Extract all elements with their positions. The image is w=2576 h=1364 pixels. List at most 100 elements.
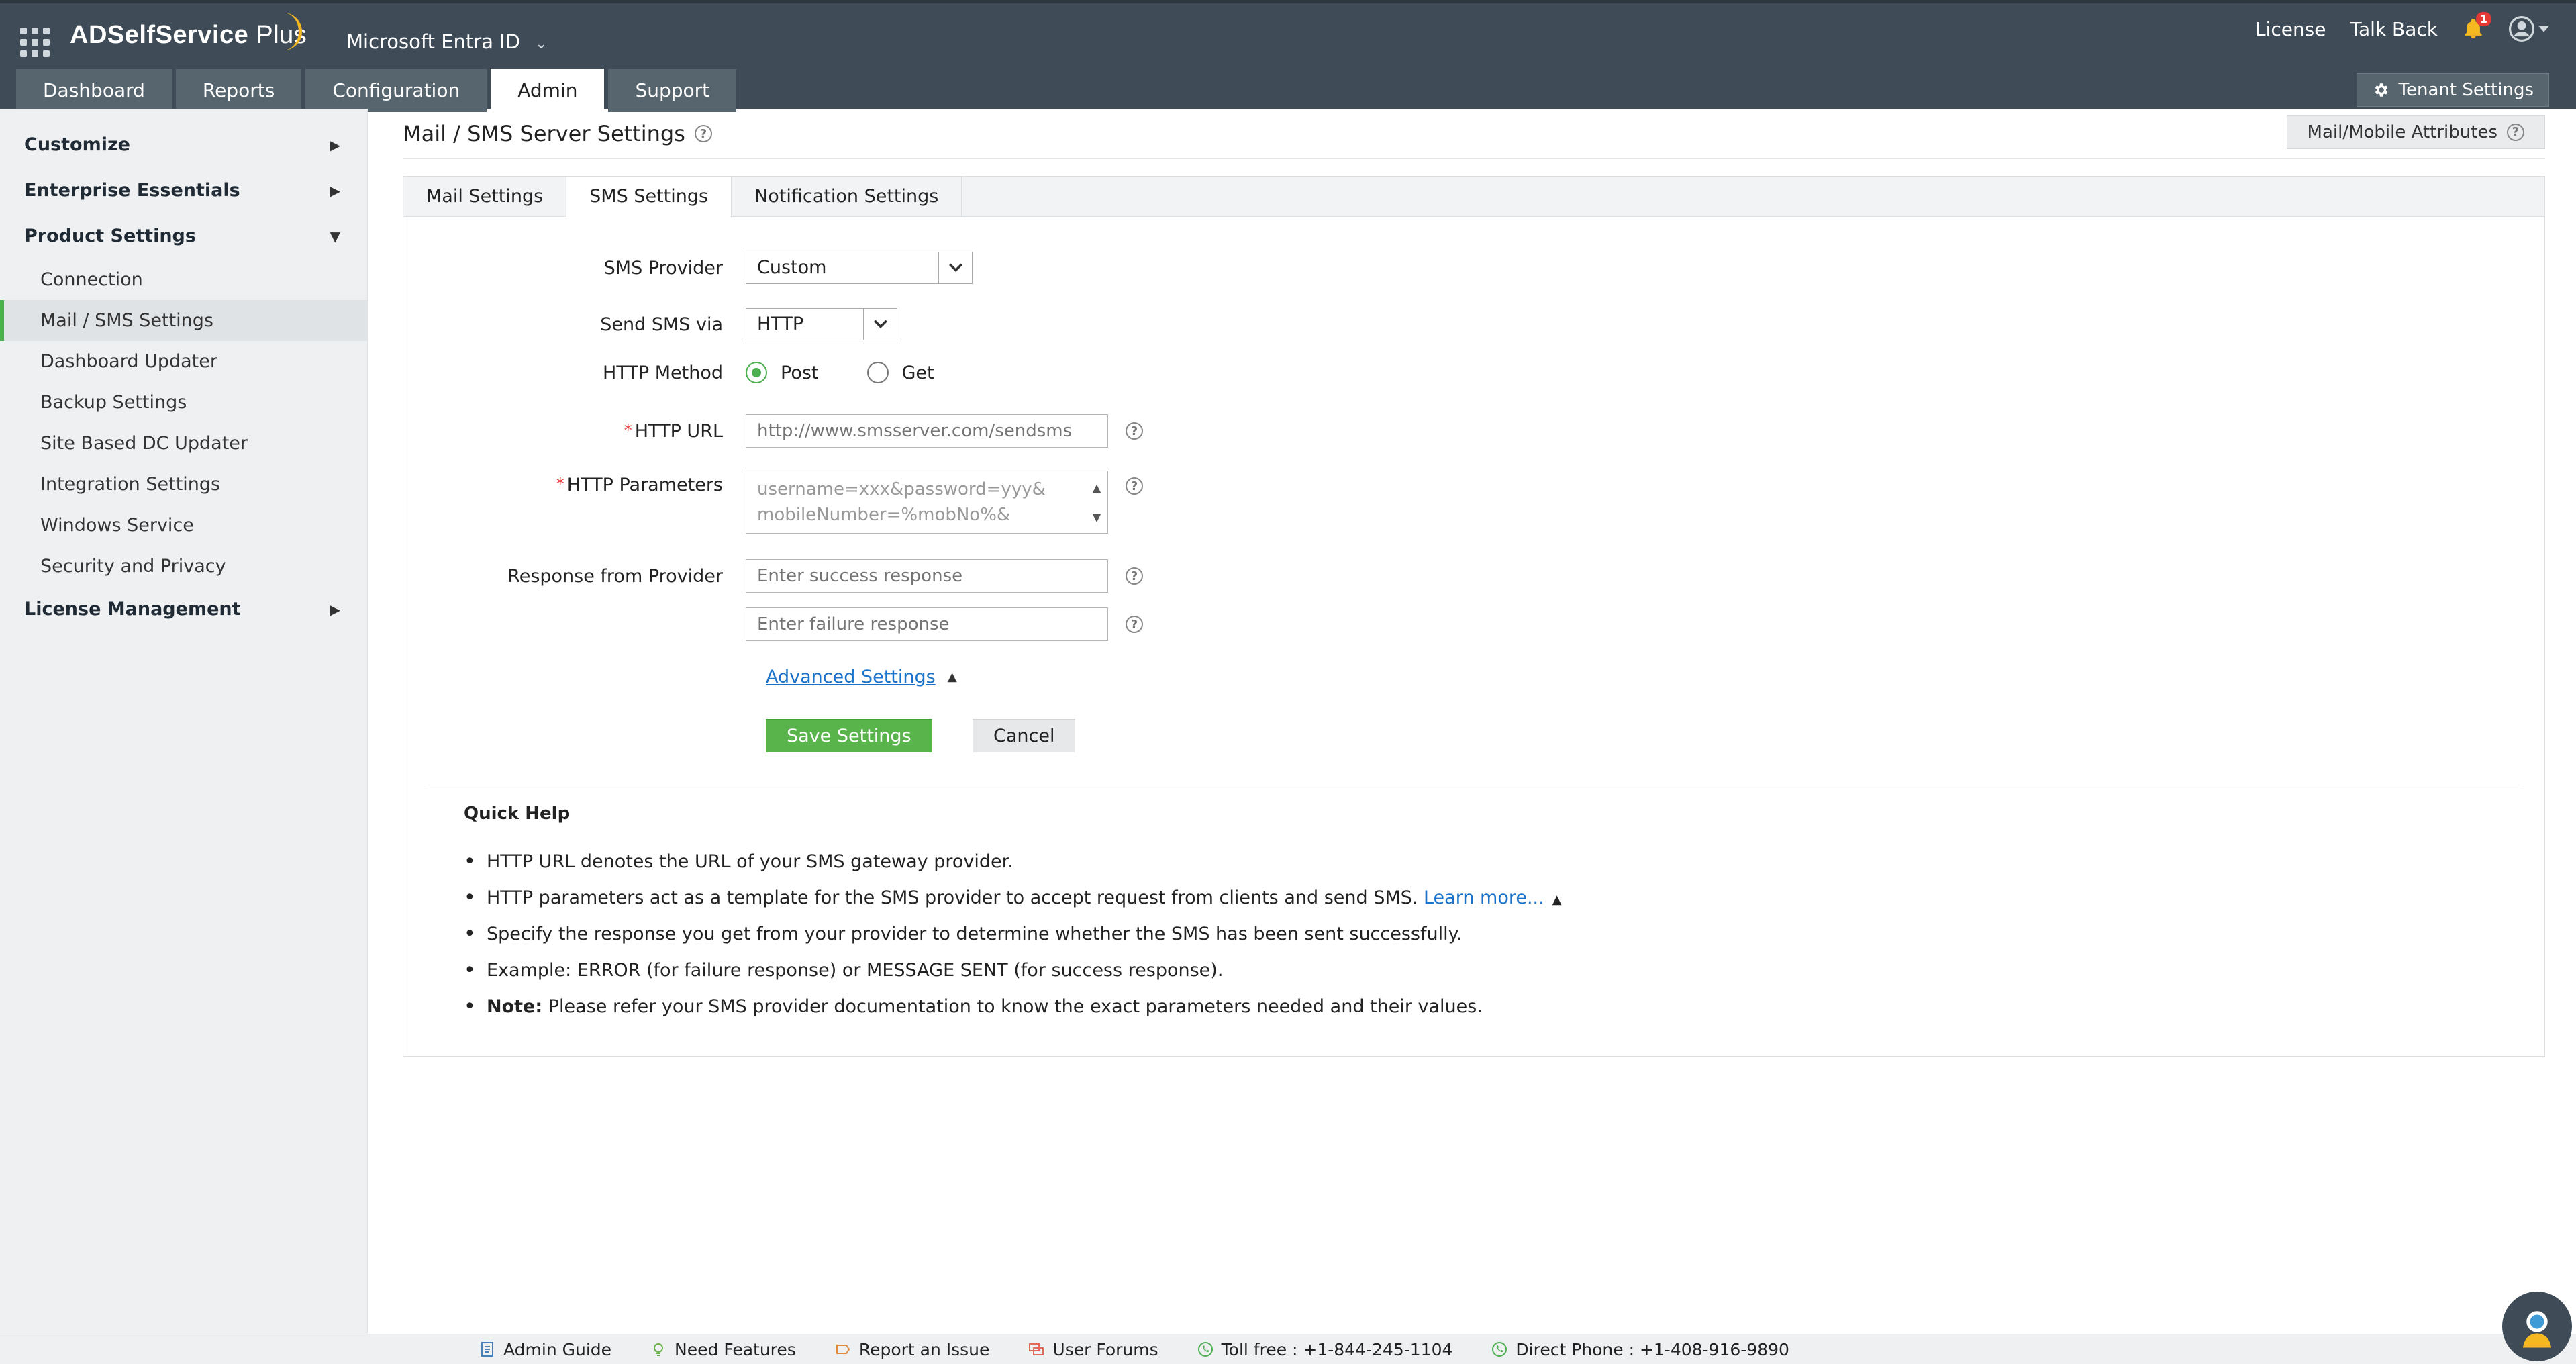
divider (403, 158, 2545, 159)
chat-bot-icon[interactable] (2502, 1292, 2572, 1361)
mail-mobile-attributes-button[interactable]: Mail/Mobile Attributes ? (2286, 115, 2545, 149)
apps-grid-icon[interactable] (20, 28, 50, 57)
phone-icon (1492, 1342, 1507, 1357)
sidebar-item-dashboard-updater[interactable]: Dashboard Updater (0, 341, 367, 382)
page-title: Mail / SMS Server Settings ? (403, 121, 712, 146)
tab-sms-settings[interactable]: SMS Settings (566, 177, 732, 217)
caret-up-icon[interactable]: ▲ (1552, 893, 1562, 907)
help-icon[interactable]: ? (694, 125, 712, 142)
quick-help-item: Example: ERROR (for failure response) or… (464, 953, 2075, 989)
scroll-down-icon: ▼ (1092, 511, 1101, 524)
required-asterisk: * (556, 475, 564, 493)
response-from-provider-label: Response from Provider (507, 565, 723, 587)
quick-help-text: Example: ERROR (for failure response) or… (487, 960, 1224, 981)
tenant-settings-label: Tenant Settings (2398, 80, 2534, 100)
help-icon[interactable]: ? (1126, 422, 1143, 440)
nav-tab-dashboard[interactable]: Dashboard (16, 69, 172, 112)
footer: Admin Guide Need Features Report an Issu… (0, 1334, 2576, 1364)
radio-get[interactable]: Get (866, 362, 934, 383)
quick-help-item: Specify the response you get from your p… (464, 916, 2075, 953)
user-forums-label: User Forums (1052, 1339, 1158, 1359)
app-logo[interactable]: ADSelfService Plus (70, 21, 307, 50)
sidebar-section-customize[interactable]: Customize ▶ (0, 122, 367, 168)
textarea-scrollbar[interactable]: ▲ ▼ (1090, 475, 1103, 529)
license-link[interactable]: License (2255, 18, 2326, 40)
radio-unchecked-icon (866, 362, 889, 383)
sidebar-section-label: Enterprise Essentials (24, 180, 240, 201)
sidebar-item-site-based-dc-updater[interactable]: Site Based DC Updater (0, 423, 367, 464)
save-settings-button[interactable]: Save Settings (766, 719, 932, 752)
talk-back-link[interactable]: Talk Back (2350, 18, 2438, 40)
caret-down-icon: ▼ (330, 228, 340, 244)
sms-provider-select[interactable]: Custom (746, 252, 973, 284)
admin-guide-link[interactable]: Admin Guide (479, 1340, 611, 1359)
top-header: ADSelfService Plus Microsoft Entra ID ⌄ L… (0, 0, 2576, 112)
failure-response-input[interactable] (746, 607, 1108, 641)
main-nav-tabs: Dashboard Reports Configuration Admin Su… (16, 69, 737, 112)
learn-more-link[interactable]: Learn more... (1424, 887, 1544, 908)
sidebar-item-mail-sms-settings[interactable]: Mail / SMS Settings (0, 300, 367, 341)
sms-provider-value: Custom (757, 257, 827, 278)
sidebar-section-enterprise-essentials[interactable]: Enterprise Essentials ▶ (0, 168, 367, 213)
caret-up-icon: ▲ (947, 670, 957, 684)
http-parameters-line: username=xxx&password=yyy& (757, 479, 1046, 499)
user-avatar-icon[interactable] (2509, 15, 2549, 42)
http-url-label-text: HTTP URL (634, 420, 723, 442)
radio-post-label: Post (781, 362, 819, 383)
tenant-name: Microsoft Entra ID (346, 30, 521, 53)
sidebar-item-connection[interactable]: Connection (0, 259, 367, 300)
advanced-settings-label: Advanced Settings (766, 667, 936, 687)
send-sms-via-label: Send SMS via (600, 313, 723, 335)
http-parameters-label-text: HTTP Parameters (566, 475, 723, 495)
radio-checked-icon (746, 362, 767, 383)
success-response-input[interactable] (746, 559, 1108, 593)
help-icon[interactable]: ? (1126, 616, 1143, 633)
tenant-selector[interactable]: Microsoft Entra ID ⌄ (346, 30, 548, 53)
nav-tab-configuration[interactable]: Configuration (305, 69, 487, 112)
direct-phone: Direct Phone : +1-408-916-9890 (1491, 1340, 1789, 1359)
sidebar-item-backup-settings[interactable]: Backup Settings (0, 382, 367, 423)
report-issue-link[interactable]: Report an Issue (835, 1339, 990, 1359)
chevron-down-icon (938, 252, 972, 283)
caret-right-icon: ▶ (330, 601, 340, 618)
sidebar-item-security-privacy[interactable]: Security and Privacy (0, 546, 367, 587)
http-url-label: * HTTP URL (403, 421, 746, 442)
send-sms-via-select[interactable]: HTTP (746, 308, 897, 340)
cancel-button[interactable]: Cancel (973, 719, 1076, 752)
sidebar-section-label: License Management (24, 599, 241, 620)
report-issue-label: Report an Issue (858, 1339, 990, 1359)
help-icon[interactable]: ? (1126, 567, 1143, 585)
quick-help-text: HTTP URL denotes the URL of your SMS gat… (487, 851, 1013, 872)
help-icon[interactable]: ? (1126, 477, 1143, 495)
tenant-settings-button[interactable]: Tenant Settings (2356, 73, 2549, 107)
sidebar-section-license-management[interactable]: License Management ▶ (0, 587, 367, 632)
report-icon (836, 1345, 850, 1354)
sidebar-item-windows-service[interactable]: Windows Service (0, 505, 367, 546)
nav-tab-support[interactable]: Support (608, 69, 737, 112)
quick-help-text: Specify the response you get from your p… (487, 924, 1463, 944)
http-parameters-textarea[interactable]: username=xxx&password=yyy& mobileNumber=… (746, 471, 1108, 534)
http-method-radio-group: Post Get (746, 362, 964, 383)
app-logo-main: ADSelfService (70, 21, 249, 49)
required-asterisk: * (624, 420, 632, 440)
advanced-settings-link[interactable]: Advanced Settings ▲ (766, 667, 957, 687)
sidebar-section-product-settings[interactable]: Product Settings ▼ (0, 213, 367, 259)
http-url-input[interactable] (746, 414, 1108, 448)
user-forums-link[interactable]: User Forums (1028, 1340, 1158, 1359)
tab-mail-settings[interactable]: Mail Settings (403, 177, 567, 216)
need-features-label: Need Features (675, 1339, 796, 1359)
radio-post[interactable]: Post (746, 362, 819, 383)
chevron-down-icon: ⌄ (535, 36, 548, 52)
tab-notification-settings[interactable]: Notification Settings (732, 177, 962, 216)
need-features-link[interactable]: Need Features (650, 1340, 796, 1359)
notification-bell-icon[interactable]: 1 (2462, 12, 2491, 40)
sidebar-item-integration-settings[interactable]: Integration Settings (0, 464, 367, 505)
nav-tab-reports[interactable]: Reports (175, 69, 302, 112)
sidebar: Customize ▶ Enterprise Essentials ▶ Prod… (0, 109, 368, 1334)
toll-free-phone: Toll free : +1-844-245-1104 (1197, 1340, 1452, 1359)
nav-tab-admin[interactable]: Admin (491, 69, 605, 112)
gear-icon (2375, 83, 2387, 97)
chevron-down-icon (863, 309, 897, 340)
sms-provider-label: SMS Provider (603, 257, 723, 279)
radio-get-label: Get (901, 362, 934, 383)
